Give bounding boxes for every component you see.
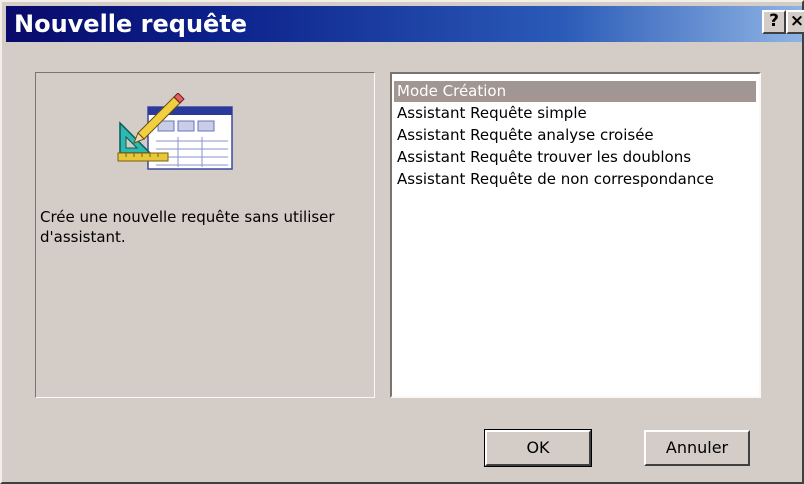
query-type-option[interactable]: Assistant Requête analyse croisée — [394, 125, 756, 146]
query-type-list[interactable]: Mode Création Assistant Requête simple Ass… — [390, 72, 761, 398]
cancel-button[interactable]: Annuler — [644, 430, 750, 466]
query-type-option[interactable]: Assistant Requête de non correspondance — [394, 169, 756, 190]
query-type-option[interactable]: Mode Création — [394, 81, 756, 102]
title-bar[interactable]: Nouvelle requête ? × — [6, 6, 804, 42]
dialog-title: Nouvelle requête — [14, 10, 248, 38]
query-design-icon — [117, 93, 233, 170]
close-button[interactable]: × — [786, 10, 804, 34]
query-type-option[interactable]: Assistant Requête trouver les doublons — [394, 147, 756, 168]
new-query-dialog: Nouvelle requête ? × Crée une nouvelle r… — [0, 0, 804, 484]
description-panel: Crée une nouvelle requête sans utiliser … — [35, 72, 375, 398]
query-type-option[interactable]: Assistant Requête simple — [394, 103, 756, 124]
help-button[interactable]: ? — [762, 10, 786, 34]
query-description: Crée une nouvelle requête sans utiliser … — [40, 208, 335, 246]
ok-button[interactable]: OK — [484, 429, 592, 467]
